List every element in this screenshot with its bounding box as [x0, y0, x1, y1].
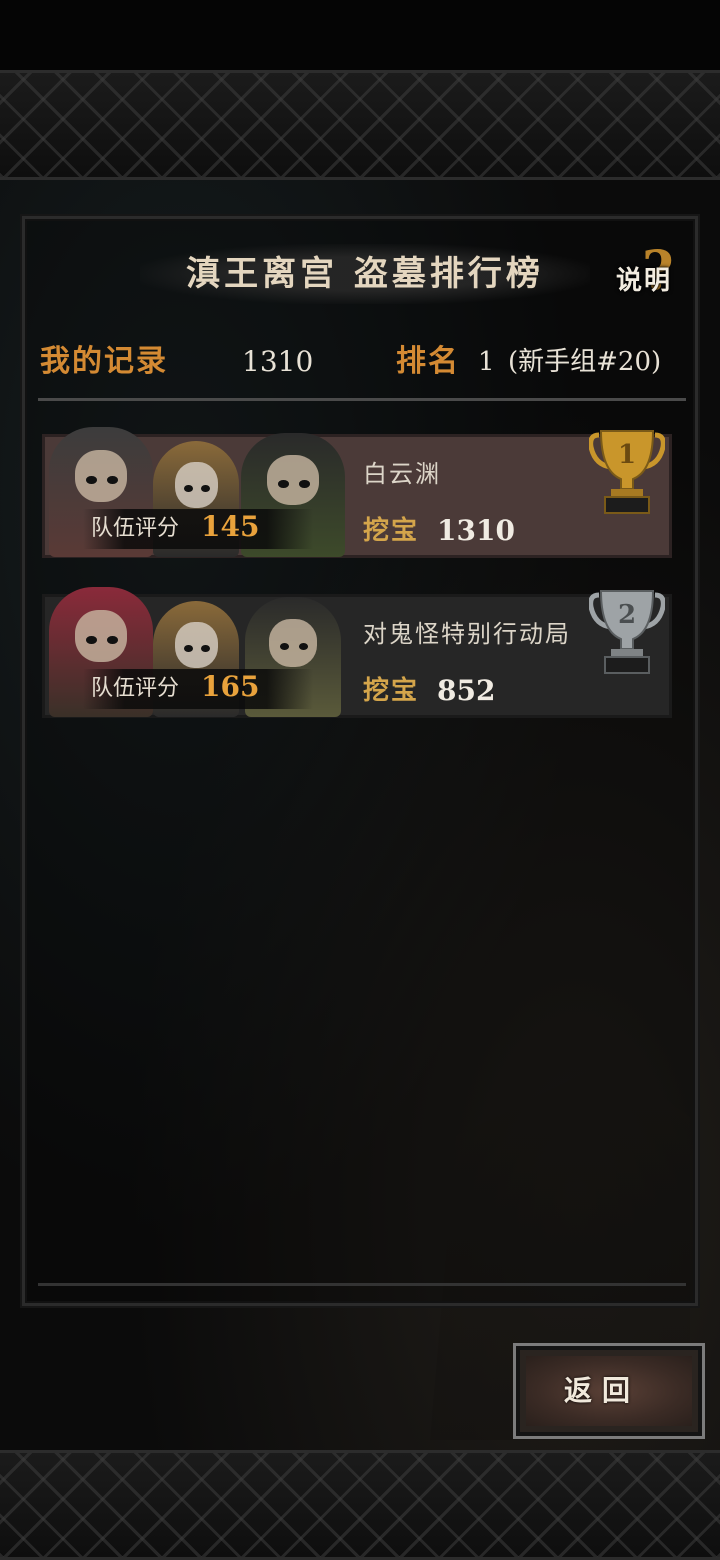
silver-trophy-icon: 2 [589, 590, 665, 674]
back-button[interactable]: 返回 [513, 1343, 705, 1439]
panel-bottom-divider [38, 1283, 686, 1286]
rank-value: 1 [478, 347, 495, 377]
team-score-label: 队伍评分 [91, 516, 180, 541]
my-record-row: 我的记录 1310 排名 1 (新手组#20) [40, 340, 680, 384]
team-score-badge: 队伍评分 165 [83, 669, 313, 709]
top-ornament-border [0, 70, 720, 180]
back-button-label: 返回 [563, 1374, 640, 1407]
my-record-score: 1310 [242, 345, 314, 378]
gold-trophy-icon: 1 [589, 430, 665, 514]
leaderboard-screen: 滇王离宫 盗墓排行榜 ? 说明 我的记录 1310 排名 1 (新手组#20) … [0, 0, 720, 1560]
team-score-value: 165 [201, 670, 260, 703]
treasure-label: 挖宝 [363, 516, 420, 546]
leaderboard-entry[interactable]: 队伍评分 145 白云渊 挖宝 1310 1 [42, 427, 672, 558]
team-name: 白云渊 [363, 460, 441, 488]
team-score-badge: 队伍评分 145 [83, 509, 313, 549]
trophy-number: 1 [618, 440, 636, 470]
treasure-label: 挖宝 [363, 676, 420, 706]
bottom-ornament-border [0, 1450, 720, 1560]
team-name: 对鬼怪特别行动局 [363, 620, 571, 648]
team-score-value: 145 [201, 510, 260, 543]
treasure-value: 852 [437, 674, 496, 707]
help-button[interactable]: ? 说明 [614, 240, 694, 304]
trophy-number: 2 [618, 600, 636, 630]
page-title: 滇王离宫 盗墓排行榜 [186, 254, 544, 294]
rank-label: 排名 [396, 344, 460, 379]
record-divider [38, 398, 686, 401]
treasure-value: 1310 [437, 514, 515, 547]
leaderboard-entry[interactable]: 队伍评分 165 对鬼怪特别行动局 挖宝 852 2 [42, 587, 672, 718]
team-score-label: 队伍评分 [91, 676, 180, 701]
help-label: 说明 [616, 266, 673, 296]
rank-group: (新手组#20) [508, 347, 662, 377]
my-record-label: 我的记录 [40, 344, 168, 379]
